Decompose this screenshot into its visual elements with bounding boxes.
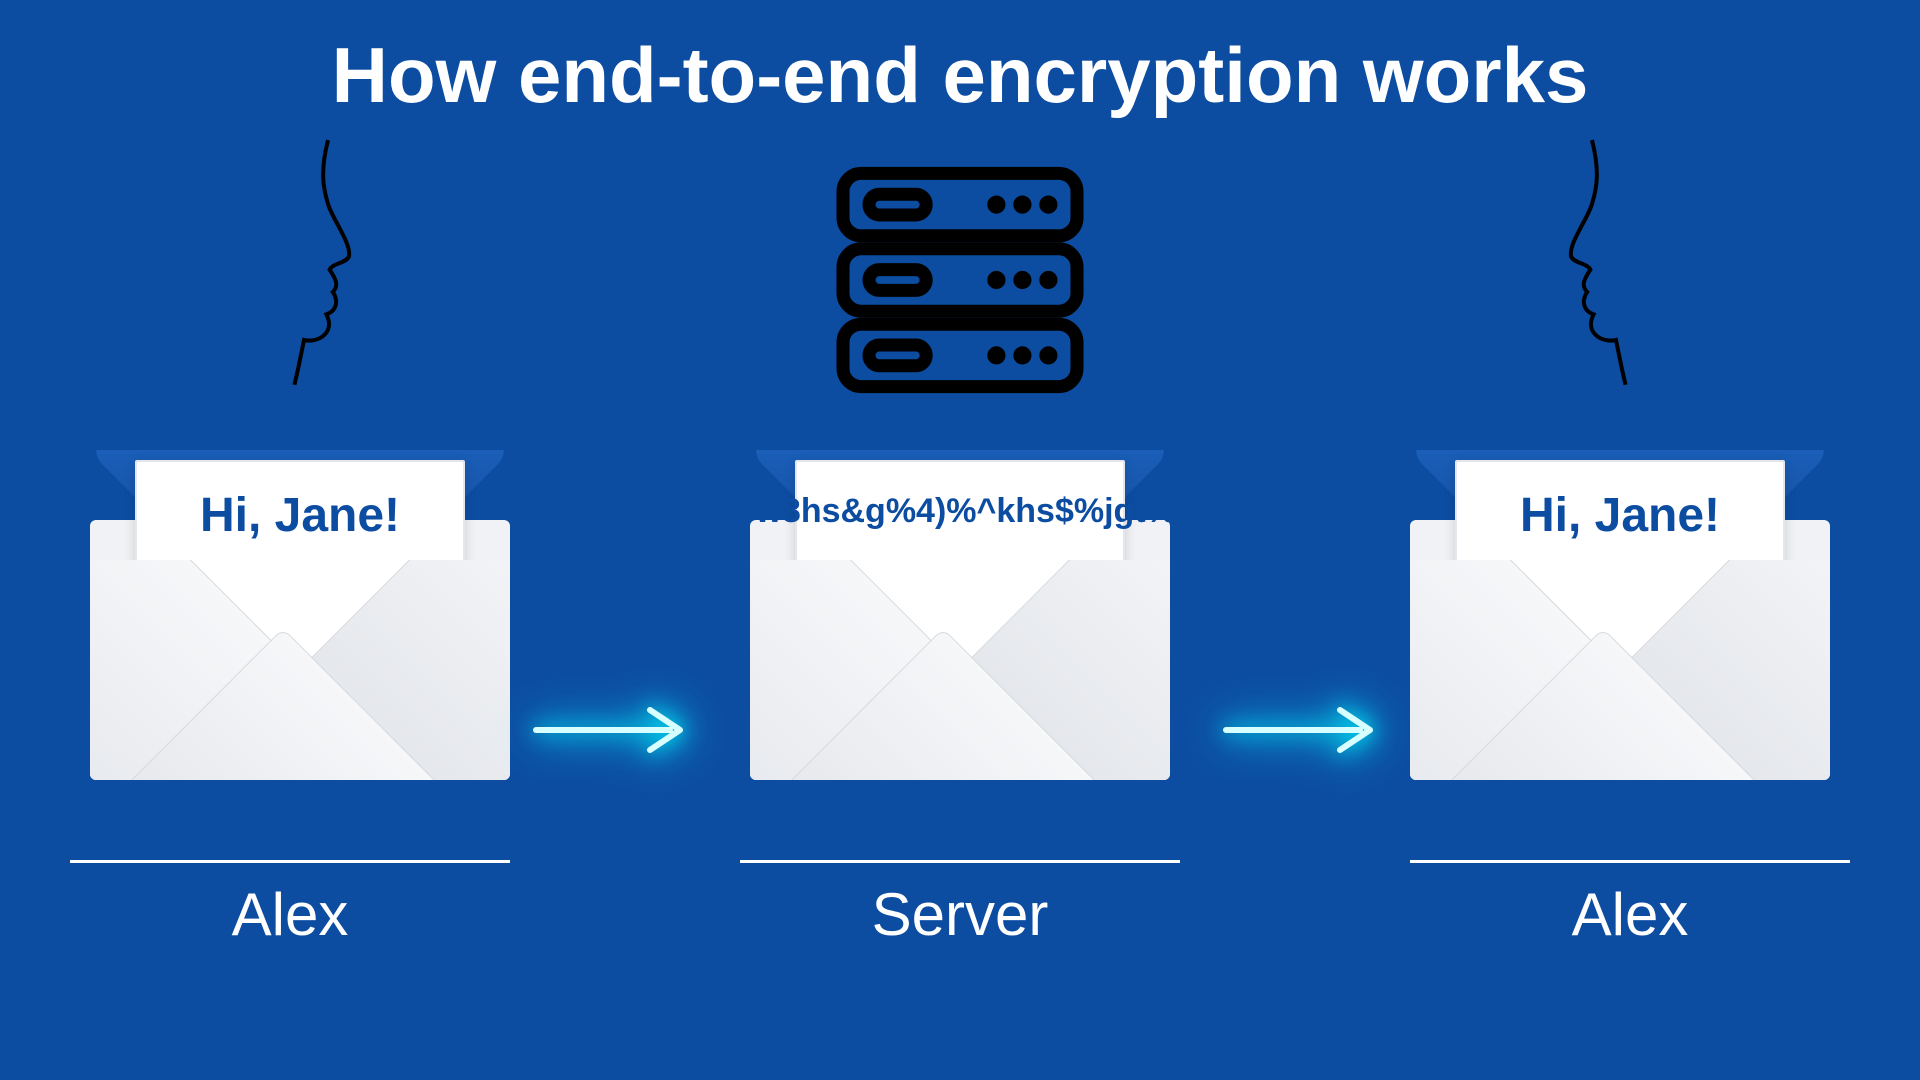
sender-stage: Hi, Jane! xyxy=(40,420,560,780)
sender-face-icon xyxy=(240,130,400,390)
diagram-title: How end-to-end encryption works xyxy=(0,30,1920,121)
receiver-message: Hi, Jane! xyxy=(1520,490,1720,543)
arrow-icon xyxy=(530,700,700,760)
envelope-icon: Hi, Jane! xyxy=(70,420,530,780)
server-message: jhs5w8hs&g%4)%^khs$%jgt%w!0 xyxy=(687,490,1232,533)
receiver-face-icon xyxy=(1520,130,1680,390)
server-stage: jhs5w8hs&g%4)%^khs$%jgt%w!0 xyxy=(700,420,1220,780)
divider xyxy=(70,860,510,863)
envelope-icon: jhs5w8hs&g%4)%^khs$%jgt%w!0 xyxy=(730,420,1190,780)
receiver-label: Alex xyxy=(1410,880,1850,949)
sender-label: Alex xyxy=(70,880,510,949)
envelope-icon: Hi, Jane! xyxy=(1390,420,1850,780)
receiver-stage: Hi, Jane! xyxy=(1360,420,1880,780)
server-icon xyxy=(830,160,1090,400)
sender-message: Hi, Jane! xyxy=(200,490,400,543)
divider xyxy=(1410,860,1850,863)
server-label: Server xyxy=(740,880,1180,949)
divider xyxy=(740,860,1180,863)
arrow-icon xyxy=(1220,700,1390,760)
